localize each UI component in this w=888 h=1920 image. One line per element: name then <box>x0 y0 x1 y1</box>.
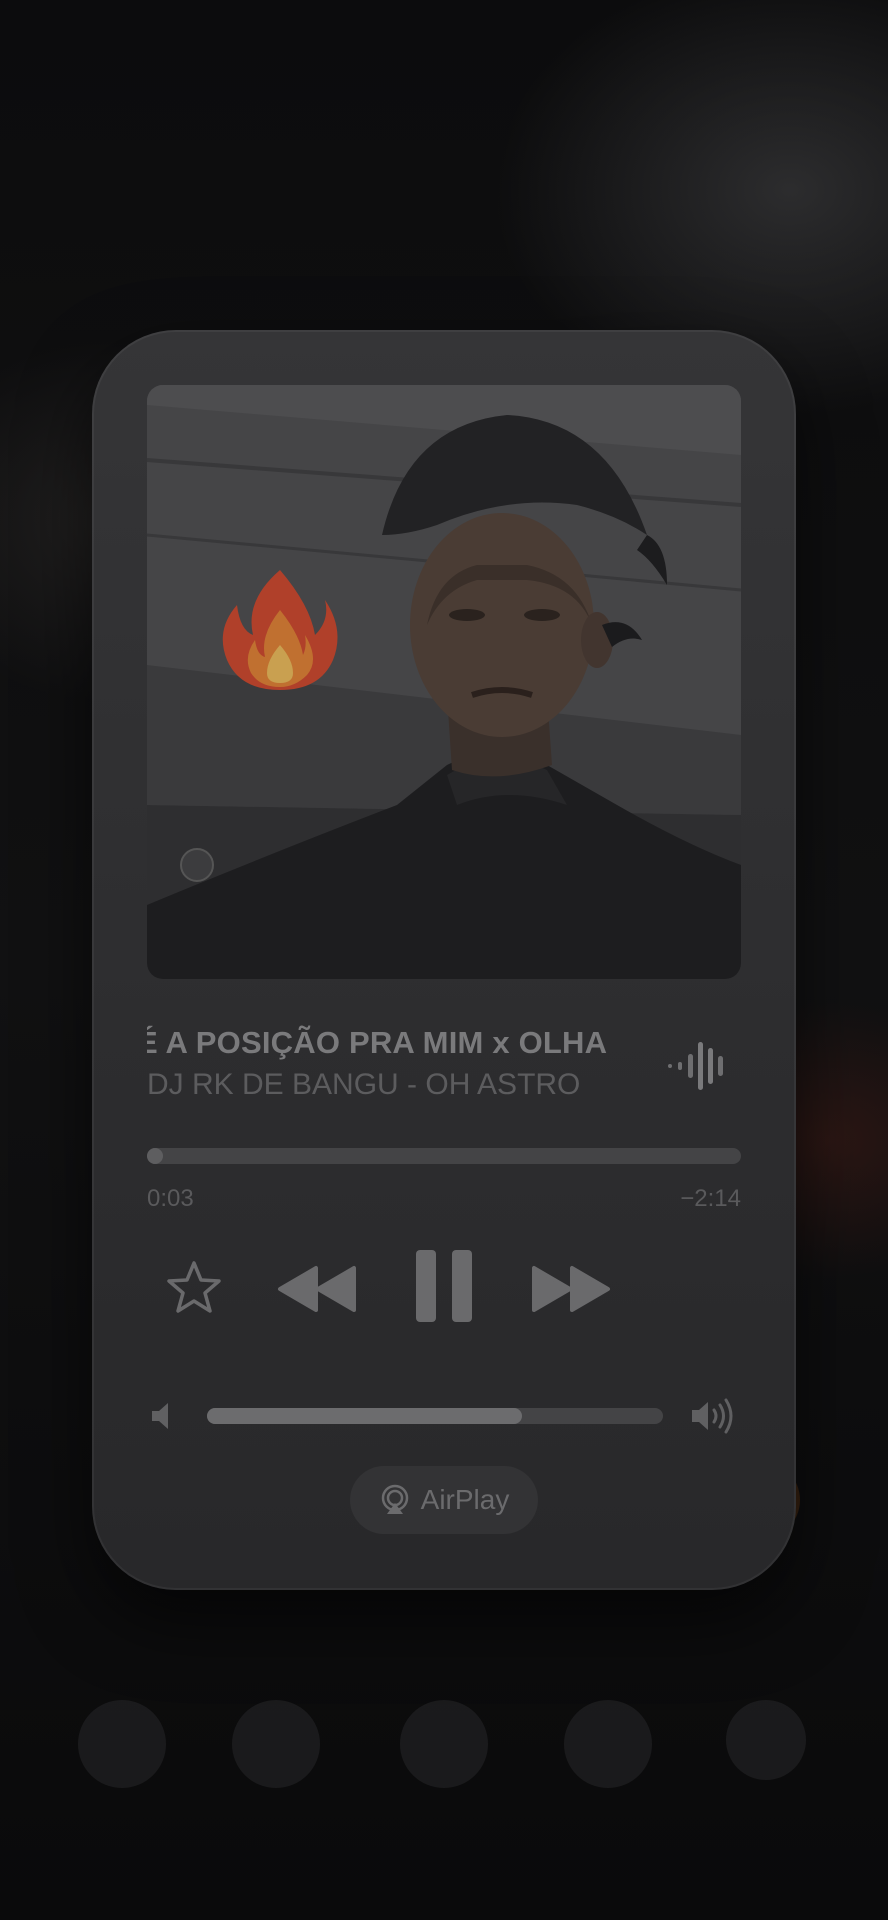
album-artwork[interactable] <box>147 385 741 979</box>
track-title-container[interactable]: É A POSIÇÃO PRA MIM x OLHA <box>147 1025 647 1065</box>
blurred-app-icon <box>564 1700 652 1788</box>
track-artist[interactable]: DJ RK DE BANGU - OH ASTRO <box>147 1068 647 1102</box>
fast-forward-icon <box>532 1266 610 1312</box>
blurred-app-icon <box>726 1700 806 1780</box>
speaker-low-icon <box>150 1400 178 1432</box>
track-title: É A POSIÇÃO PRA MIM x OLHA <box>147 1025 608 1060</box>
speaker-high-icon <box>690 1398 738 1434</box>
favorite-button[interactable] <box>164 1258 224 1318</box>
rewind-icon <box>278 1266 356 1312</box>
elapsed-time: 0:03 <box>147 1185 194 1212</box>
fast-forward-button[interactable] <box>530 1264 612 1314</box>
blurred-app-icon <box>232 1700 320 1788</box>
airplay-label: AirPlay <box>420 1484 510 1515</box>
blurred-app-icon <box>400 1700 488 1788</box>
playback-progress-fill <box>147 1148 163 1164</box>
fire-emoji <box>215 565 345 695</box>
airplay-button[interactable]: AirPlay <box>350 1466 538 1534</box>
rewind-button[interactable] <box>276 1264 358 1314</box>
waveform-icon <box>666 1040 726 1092</box>
volume-slider-fill <box>207 1408 522 1424</box>
star-icon <box>167 1261 221 1313</box>
now-playing-card: É A POSIÇÃO PRA MIM x OLHA DJ RK DE BANG… <box>92 330 796 1590</box>
remaining-time: −2:14 <box>680 1185 741 1212</box>
pause-button[interactable] <box>414 1248 474 1324</box>
volume-slider[interactable] <box>207 1408 663 1424</box>
playback-progress-bar[interactable] <box>147 1148 741 1164</box>
pause-icon <box>416 1250 472 1322</box>
blurred-app-icon <box>78 1700 166 1788</box>
airplay-icon <box>381 1484 408 1514</box>
